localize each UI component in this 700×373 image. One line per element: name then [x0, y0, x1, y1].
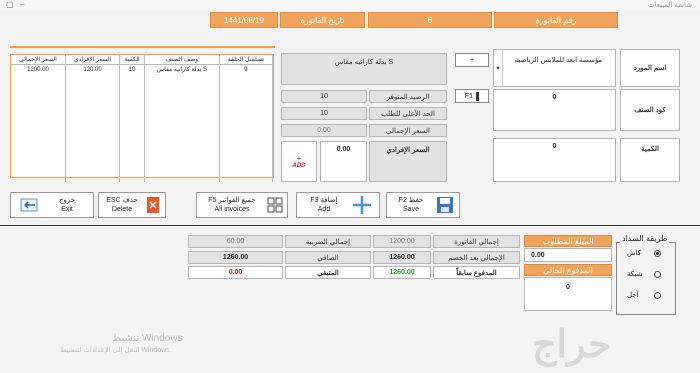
all-invoices-button[interactable]: F5 جميع الفواتير All invoices	[196, 192, 288, 218]
tax-total-value: 60.00	[188, 235, 283, 248]
window-title: شاشة المبيعات	[647, 2, 692, 9]
exit-arabic: خروج	[58, 197, 76, 204]
delete-label: Delete	[111, 206, 133, 213]
cell-total: 1200.00	[11, 64, 66, 74]
unit-price-label: السعر الإفرادي	[369, 141, 447, 182]
net-value: 1260.00	[188, 251, 283, 264]
cell-seq: 9	[219, 64, 274, 74]
invoice-total-value: 1200.00	[373, 235, 431, 248]
invoice-number-value: 6	[368, 12, 492, 28]
payment-cash-radio[interactable]	[654, 250, 661, 257]
brand-watermark: حراج	[532, 324, 612, 366]
item-code-label: كود الصنف	[620, 89, 680, 131]
divider	[0, 225, 700, 226]
payment-method-label: طريقة السداد	[620, 234, 670, 243]
exit-icon	[20, 198, 38, 212]
all-invoices-key: F5	[208, 197, 217, 204]
balance-value: 10	[281, 90, 367, 103]
col-seq: تسلسل الحلقة	[219, 55, 274, 65]
cursor-icon	[476, 91, 480, 101]
cell-desc: بدلة كاراتيه مقاس S	[144, 64, 220, 74]
add-item-label: ADD	[292, 162, 306, 169]
windows-activate-title: تنشيط Windows	[112, 333, 183, 344]
payment-card-label[interactable]: شبكة	[627, 270, 643, 278]
all-invoices-arabic: جميع الفواتير	[218, 197, 256, 204]
quantity-input[interactable]: 0	[493, 138, 616, 182]
delete-arabic: حذف	[122, 197, 138, 204]
supplier-value: مؤسسة ابعد للملابس الرياضية	[514, 57, 603, 64]
after-discount-label: الإجمالي بعد الخصم	[433, 251, 520, 264]
save-label: Save	[403, 206, 419, 213]
payment-method-group	[616, 242, 676, 315]
payment-cash-label[interactable]: كاش	[627, 249, 641, 257]
tax-total-label: إجمالي الضريبة	[285, 235, 371, 248]
prepaid-label: المدفوع سابقاً	[433, 266, 520, 279]
windows-activate-subtitle: انتقل إلى الإعدادات لتنشيط Windows.	[60, 347, 172, 354]
net-label: الصافي	[285, 251, 371, 264]
unit-price-input[interactable]: 0.00	[320, 141, 367, 182]
item-search-label: F1	[464, 92, 474, 100]
save-button[interactable]: F2 حفظ Save	[386, 192, 460, 218]
add-key: F3	[310, 197, 319, 204]
item-search-button[interactable]: F1	[455, 89, 489, 103]
add-supplier-button[interactable]: +	[455, 53, 489, 67]
chevron-down-icon[interactable]: ▾	[494, 50, 503, 86]
amount-due-label: المبلغ المطلوب	[524, 235, 612, 247]
col-desc: وصف الصنف	[144, 55, 220, 65]
col-total: السعر الإجمالي	[11, 55, 66, 65]
paid-now-label: المدفوع الحالي	[524, 264, 612, 276]
col-qty: الكمية	[119, 55, 145, 65]
prepaid-value: 1260.00	[373, 266, 431, 279]
invoice-total-label: إجمالي الفاتورة	[433, 235, 520, 248]
remaining-value: 0.00	[188, 266, 283, 279]
items-grid[interactable]: السعر الإجمالي السعر الإفرادي الكمية وصف…	[10, 54, 274, 182]
save-arabic: حفظ	[408, 197, 424, 204]
plus-icon: +	[296, 153, 302, 163]
remaining-label: المتبقي	[285, 266, 371, 279]
grid-top-line	[10, 46, 275, 48]
payment-card-radio[interactable]	[654, 271, 661, 278]
quantity-label: الكمية	[620, 138, 680, 182]
trash-icon	[147, 197, 159, 213]
cell-qty: 10	[119, 64, 145, 74]
delete-key: ESC	[106, 197, 121, 204]
invoice-date-value: 1441/08/19	[210, 12, 278, 28]
payment-credit-radio[interactable]	[654, 292, 661, 299]
total-price-label: السعر الإجمالي	[369, 124, 447, 137]
supplier-label: اسم المورد	[620, 49, 680, 87]
exit-button[interactable]: خروج Exit	[10, 192, 94, 218]
max-limit-label: الحد الأعلى للطلب	[369, 107, 447, 120]
balance-label: الرصيد المتوفر	[369, 90, 447, 103]
table-header-row: السعر الإجمالي السعر الإفرادي الكمية وصف…	[11, 55, 274, 65]
supplier-select[interactable]: ▾ مؤسسة ابعد للملابس الرياضية	[493, 49, 616, 87]
save-icon	[437, 197, 453, 213]
title-bar	[0, 0, 700, 10]
col-unit-price: السعر الإفرادي	[65, 55, 121, 65]
grid-icon	[267, 197, 283, 213]
add-label: Add	[317, 206, 331, 213]
restore-icon[interactable]: ▢	[6, 0, 14, 9]
exit-label: Exit	[61, 206, 73, 213]
max-limit-value: 10	[281, 107, 367, 120]
all-invoices-label: All invoices	[214, 206, 250, 213]
delete-button[interactable]: ESC حذف Delete	[98, 192, 166, 218]
item-name-display: بدلة كاراتيه مقاس S	[281, 53, 447, 85]
invoice-date-label: تاريخ الفاتورة	[280, 12, 365, 28]
item-code-input[interactable]: 0	[493, 89, 616, 131]
cell-unit: 120.00	[65, 64, 121, 74]
paid-now-input[interactable]: 0	[524, 277, 612, 311]
add-button[interactable]: F3 إضافة Add	[296, 192, 380, 218]
total-price-value: 0.00	[281, 124, 367, 137]
items-table: السعر الإجمالي السعر الإفرادي الكمية وصف…	[11, 55, 274, 182]
minimize-icon[interactable]: –	[20, 0, 24, 9]
add-arabic: إضافة	[320, 197, 338, 204]
invoice-type-label: رقم الفاتورة	[494, 12, 618, 28]
payment-credit-label[interactable]: آجل	[627, 291, 639, 299]
add-item-button[interactable]: + ADD	[281, 141, 317, 182]
amount-due-value: 0.00	[524, 248, 612, 262]
after-discount-value: 1260.00	[373, 251, 431, 264]
save-key: F2	[398, 197, 407, 204]
table-row[interactable]: 1200.00 120.00 10 بدلة كاراتيه مقاس S 9	[11, 64, 274, 74]
plus-icon	[353, 196, 371, 214]
